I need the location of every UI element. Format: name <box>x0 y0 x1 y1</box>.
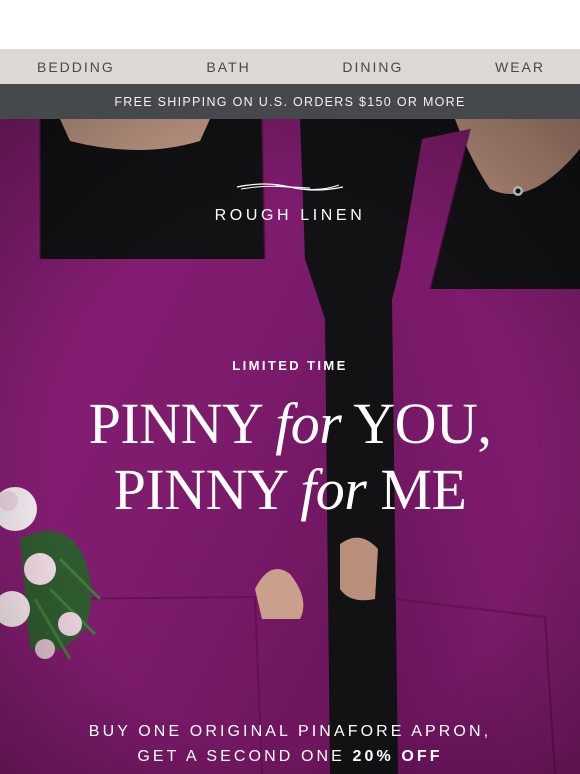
hero-headline: PINNY for YOU, PINNY for ME <box>0 391 580 523</box>
nav-item-wear[interactable]: WEAR <box>495 59 545 75</box>
header-spacer <box>0 0 580 49</box>
nav-item-bedding[interactable]: BEDDING <box>37 59 115 75</box>
nav-item-dining[interactable]: DINING <box>342 59 403 75</box>
headline-italic: for <box>300 457 367 522</box>
shipping-promo-bar[interactable]: FREE SHIPPING ON U.S. ORDERS $150 OR MOR… <box>0 84 580 119</box>
offer-line-1: BUY ONE ORIGINAL PINAFORE APRON, <box>88 723 492 740</box>
nav-item-bath[interactable]: BATH <box>206 59 250 75</box>
headline-text: YOU, <box>341 391 492 456</box>
hero-banner[interactable]: ROUGH LINEN LIMITED TIME PINNY for YOU, … <box>0 119 580 774</box>
offer-text: GET A SECOND ONE <box>137 748 353 765</box>
brand-needle-icon <box>236 183 344 191</box>
shipping-promo-text: FREE SHIPPING ON U.S. ORDERS $150 OR MOR… <box>114 94 466 109</box>
headline-line-1: PINNY for YOU, <box>0 391 580 457</box>
offer-discount: 20% OFF <box>352 748 443 765</box>
brand-logo[interactable]: ROUGH LINEN <box>0 181 580 225</box>
main-nav: BEDDING BATH DINING WEAR <box>0 49 580 84</box>
headline-text: PINNY <box>88 391 276 456</box>
brand-name: ROUGH LINEN <box>214 207 366 224</box>
headline-text: PINNY <box>113 457 301 522</box>
headline-line-2: PINNY for ME <box>0 457 580 523</box>
hero-eyebrow: LIMITED TIME <box>232 358 348 373</box>
offer-line-2: GET A SECOND ONE 20% OFF <box>0 744 580 769</box>
hero-offer: BUY ONE ORIGINAL PINAFORE APRON, GET A S… <box>0 719 580 769</box>
headline-text: ME <box>366 457 467 522</box>
headline-italic: for <box>275 391 342 456</box>
